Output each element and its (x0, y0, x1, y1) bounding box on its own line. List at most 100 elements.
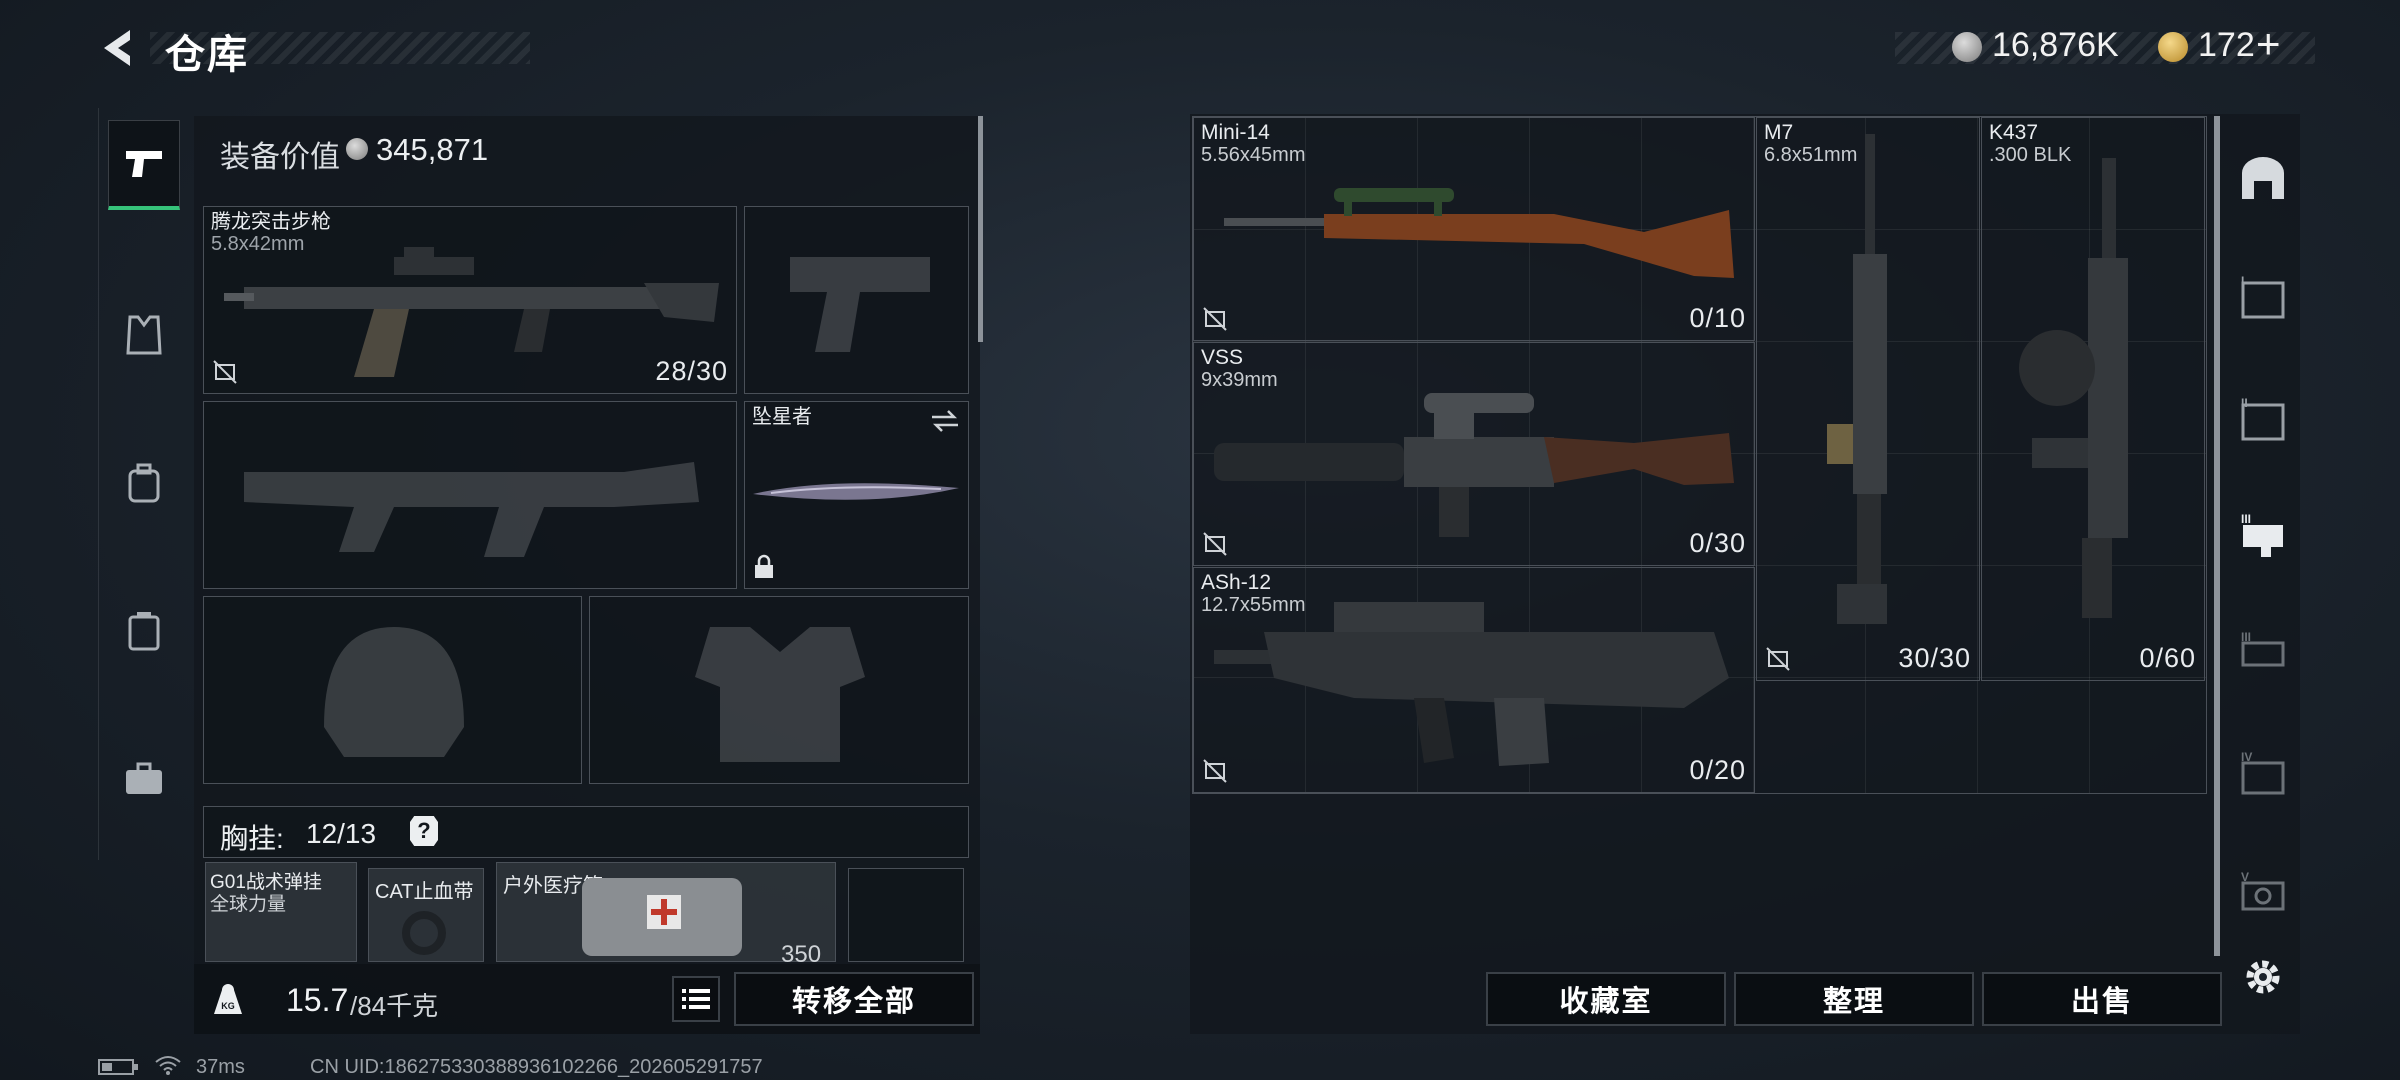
weapon-name: VSS (1201, 346, 1244, 369)
storage-tab-label: III (2241, 512, 2251, 526)
currency-coin-value: 16,876K (1992, 26, 2119, 64)
weapon-ammo-count: 0/10 (1689, 303, 1746, 333)
settings-button[interactable] (2228, 942, 2298, 1012)
rifle-vss-icon (1214, 393, 1734, 537)
storage-weapon-mini14[interactable]: Mini-14 5.56x45mm 0/10 (1193, 117, 1755, 341)
melee-name: 坠星者 (752, 406, 812, 428)
weapon-name: Mini-14 (1201, 121, 1270, 144)
helmet-slot[interactable] (203, 596, 582, 784)
storage-weapon-k437[interactable]: K437 .300 BLK 0/60 (1981, 117, 2205, 681)
storage-tab-4[interactable]: III (2228, 618, 2298, 688)
arch-icon (2242, 157, 2284, 199)
chest-rig-capacity: 12/13 (306, 818, 377, 849)
swap-icon[interactable] (930, 408, 960, 434)
no-insurance-icon (1766, 647, 1790, 671)
storage-tab-1[interactable]: I (2228, 262, 2298, 332)
no-insurance-icon (213, 360, 237, 384)
rig-item-tourniquet[interactable]: CAT止血带 (368, 868, 484, 962)
rig-item-name: CAT止血带 (375, 881, 474, 903)
pistol-slot[interactable] (744, 206, 969, 394)
secondary-weapon-slot[interactable] (203, 401, 737, 589)
container-icon (128, 612, 160, 651)
storage-page-icon: III (2241, 512, 2283, 557)
weight-icon: KG (210, 980, 246, 1016)
weapon-name: K437 (1989, 121, 2039, 144)
pistol-icon (126, 150, 162, 177)
storage-page-icon: IV (2241, 750, 2285, 795)
weapon-ammo-count: 28/30 (655, 356, 728, 386)
rifle-placeholder-icon (244, 462, 699, 557)
rifle-mini14-icon (1224, 188, 1734, 278)
ping-text: 37ms (196, 1056, 245, 1078)
storage-tab-label: I (2241, 274, 2244, 288)
rifle-k437-icon (2019, 158, 2128, 618)
equipment-value: 345,871 (376, 132, 489, 167)
knife-icon (753, 483, 959, 500)
equipment-scrollbar[interactable] (978, 116, 983, 342)
vest-icon (126, 315, 162, 355)
no-insurance-icon (1203, 307, 1227, 331)
rig-empty-slot[interactable] (848, 868, 964, 962)
storage-tab-label: V (2241, 870, 2249, 884)
rig-item-magazine[interactable]: G01战术弹挂 全球力量 (205, 862, 357, 962)
storage-tab-label: III (2241, 630, 2251, 644)
lock-icon (755, 554, 773, 578)
gear-icon (2246, 960, 2280, 994)
weapon-name: M7 (1764, 121, 1794, 144)
primary-weapon-slot[interactable]: 腾龙突击步枪 5.8x42mm 28/30 (203, 206, 737, 394)
medkit-icon (582, 878, 742, 956)
uid-text: CN UID:18627533038893610226​6_2026052917… (310, 1056, 763, 1078)
currency-coin-icon (1952, 32, 1982, 62)
tab-cases[interactable] (108, 734, 180, 824)
page-title: 仓库 (165, 33, 249, 77)
tab-backpack[interactable] (108, 438, 180, 528)
assault-rifle-icon (224, 247, 719, 377)
storage-page-icon: III (2241, 630, 2285, 667)
rig-item-medkit[interactable]: 户外医疗箱 350 (496, 862, 836, 968)
weight-current: 15.7 (286, 982, 349, 1018)
storage-tab-label: II (2241, 396, 2248, 410)
body-armor-slot[interactable] (589, 596, 969, 784)
tab-armor[interactable] (108, 290, 180, 380)
tab-containers[interactable] (108, 586, 180, 676)
rig-item-subname: 全球力量 (210, 894, 287, 915)
premium-currency-value: 172 (2198, 26, 2255, 64)
back-arrow-icon (104, 30, 130, 66)
weapon-caliber: 5.56x45mm (1201, 144, 1306, 166)
add-currency-button[interactable]: + (2256, 20, 2281, 68)
tourniquet-icon (402, 911, 446, 955)
melee-slot[interactable]: 坠星者 (744, 401, 969, 589)
chest-rig-label: 胸挂: (220, 823, 284, 854)
backpack-icon (128, 463, 160, 503)
rifle-ash12-icon (1214, 602, 1729, 766)
transfer-all-button[interactable]: 转移全部 (734, 972, 974, 1026)
storage-tab-3[interactable]: III (2228, 500, 2298, 570)
storage-weapon-ash12[interactable]: ASh-12 12.7x55mm 0/20 (1193, 567, 1755, 793)
sell-button[interactable]: 出售 (1982, 972, 2222, 1026)
no-insurance-icon (1203, 532, 1227, 556)
briefcase-icon (126, 762, 162, 794)
storage-tab-label: IV (2241, 750, 2252, 764)
list-view-button[interactable] (672, 976, 720, 1022)
no-insurance-icon (1203, 759, 1227, 783)
weapon-ammo-count: 30/30 (1898, 643, 1971, 673)
helmet-placeholder-icon (324, 627, 464, 757)
chest-rig-help-button[interactable]: ? (410, 816, 438, 846)
storage-tab-2[interactable]: II (2228, 384, 2298, 454)
storage-page-icon: I (2241, 274, 2285, 319)
storage-weapon-m7[interactable]: M7 6.8x51mm 30/30 (1756, 117, 1980, 681)
chest-rig-bar: 胸挂: 12/13 ? (203, 806, 969, 858)
tab-weapons[interactable] (108, 120, 180, 210)
weapon-ammo-count: 0/30 (1689, 528, 1746, 558)
storage-tab-overview[interactable] (2228, 144, 2298, 214)
organize-button[interactable]: 整理 (1734, 972, 1974, 1026)
storage-tab-6[interactable]: V (2228, 858, 2298, 928)
collection-room-button[interactable]: 收藏室 (1486, 972, 1726, 1026)
back-button[interactable] (96, 24, 144, 72)
storage-weapon-vss[interactable]: VSS 9x39mm 0/30 (1193, 342, 1755, 566)
storage-tab-5[interactable]: IV (2228, 738, 2298, 808)
armor-placeholder-icon (695, 627, 865, 762)
storage-scrollbar[interactable] (2214, 116, 2220, 956)
rifle-m7-icon (1827, 134, 1887, 624)
premium-currency-icon (2158, 32, 2188, 62)
